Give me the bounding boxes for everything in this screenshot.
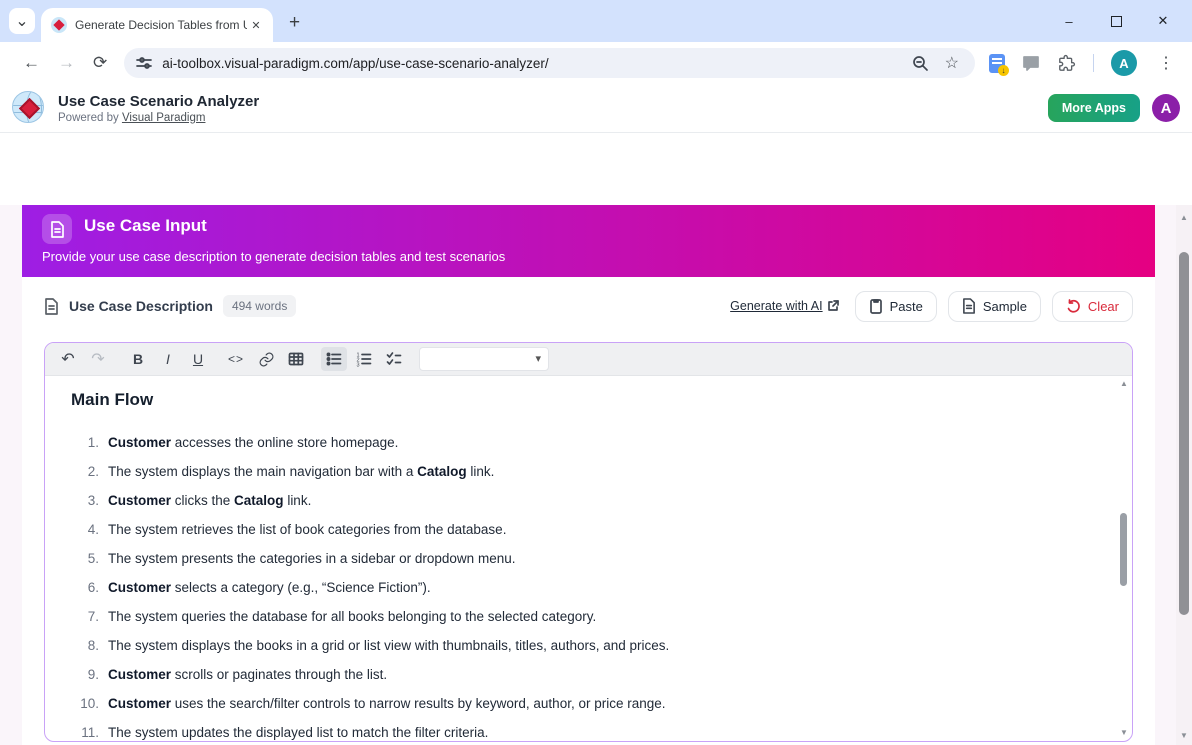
tab-close-icon[interactable]: ✕	[247, 16, 265, 34]
table-icon[interactable]	[283, 347, 309, 371]
more-apps-button[interactable]: More Apps	[1048, 94, 1140, 122]
editor-content[interactable]: Main Flow 1.Customer accesses the online…	[45, 376, 1132, 742]
address-bar[interactable]: ai-toolbox.visual-paradigm.com/app/use-c…	[124, 48, 975, 78]
banner-subtitle: Provide your use case description to gen…	[42, 249, 505, 264]
italic-button[interactable]: I	[155, 347, 181, 371]
maximize-button[interactable]	[1109, 16, 1123, 27]
bullet-list-icon[interactable]	[321, 347, 347, 371]
numbered-list-icon[interactable]: 123	[351, 347, 377, 371]
external-link-icon	[827, 300, 839, 312]
new-tab-button[interactable]: +	[289, 13, 300, 32]
url-text[interactable]: ai-toolbox.visual-paradigm.com/app/use-c…	[162, 56, 911, 71]
banner-title: Use Case Input	[84, 216, 207, 236]
select-chevron-icon: ▾	[535, 352, 541, 365]
undo-icon[interactable]: ↶	[55, 347, 81, 371]
list-item: 3.Customer clicks the Catalog link.	[71, 486, 1102, 515]
extension-area: ↓ A ⋮	[989, 50, 1174, 76]
use-case-input-banner: Use Case Input Provide your use case des…	[22, 205, 1155, 277]
site-favicon-icon	[51, 17, 67, 33]
step-indicator: 1 2 Define Use Case Analyze Scenarios	[0, 133, 1192, 205]
editor-toolbar: ↶ ↷ B I U <> 123 ▾	[45, 343, 1132, 376]
sample-button[interactable]: Sample	[948, 291, 1041, 322]
comment-icon[interactable]	[1022, 54, 1040, 72]
bookmark-star-icon[interactable]: ☆	[945, 53, 959, 73]
docs-extension-icon[interactable]: ↓	[989, 54, 1005, 73]
list-item: 6.Customer selects a category (e.g., “Sc…	[71, 573, 1102, 602]
document-icon	[42, 214, 72, 244]
description-toolbar: Use Case Description 494 words Generate …	[22, 277, 1155, 335]
underline-button[interactable]: U	[185, 347, 211, 371]
list-item: 4.The system retrieves the list of book …	[71, 515, 1102, 544]
generate-with-ai-link[interactable]: Generate with AI	[730, 299, 838, 313]
extensions-puzzle-icon[interactable]	[1057, 54, 1076, 73]
browser-tab[interactable]: Generate Decision Tables from U ✕	[41, 8, 273, 42]
browser-menu-icon[interactable]: ⋮	[1158, 53, 1174, 73]
zoom-icon[interactable]	[912, 55, 929, 72]
list-item: 7.The system queries the database for al…	[71, 602, 1102, 631]
back-button[interactable]: ←	[23, 53, 40, 73]
content-card: Use Case Description 494 words Generate …	[22, 277, 1155, 745]
page-scroll-thumb[interactable]	[1179, 252, 1189, 615]
code-button[interactable]: <>	[223, 347, 249, 371]
tab-title: Generate Decision Tables from U	[75, 18, 247, 32]
use-case-list: 1.Customer accesses the online store hom…	[71, 428, 1102, 742]
site-settings-icon[interactable]	[136, 55, 152, 71]
list-item: 11.The system updates the displayed list…	[71, 718, 1102, 742]
window-controls: – ✕	[1062, 0, 1192, 42]
checklist-icon[interactable]	[381, 347, 407, 371]
section-heading: Main Flow	[71, 390, 1102, 410]
list-item: 10.Customer uses the search/filter contr…	[71, 689, 1102, 718]
paste-button[interactable]: Paste	[855, 291, 937, 322]
forward-button[interactable]: →	[58, 53, 75, 73]
list-item: 8.The system displays the books in a gri…	[71, 631, 1102, 660]
page-scroll-up-icon[interactable]: ▲	[1178, 213, 1190, 222]
word-count-badge: 494 words	[223, 295, 296, 317]
editor-scroll-thumb[interactable]	[1120, 513, 1127, 586]
editor-scrollbar[interactable]: ▲ ▼	[1118, 379, 1130, 737]
reset-icon	[1066, 299, 1081, 314]
browser-titlebar: ⌄ Generate Decision Tables from U ✕ + – …	[0, 0, 1192, 42]
svg-text:3: 3	[357, 363, 360, 368]
toolbar-divider	[1093, 54, 1094, 72]
redo-icon[interactable]: ↷	[85, 347, 111, 371]
bold-button[interactable]: B	[125, 347, 151, 371]
app-logo-icon	[12, 91, 46, 125]
page-scrollbar[interactable]: ▲ ▼	[1176, 205, 1192, 745]
list-item: 9.Customer scrolls or paginates through …	[71, 660, 1102, 689]
page-scroll-down-icon[interactable]: ▼	[1178, 731, 1190, 740]
link-icon[interactable]	[253, 347, 279, 371]
reload-button[interactable]: ⟳	[93, 53, 107, 73]
app-title: Use Case Scenario Analyzer	[58, 93, 259, 110]
list-item: 1.Customer accesses the online store hom…	[71, 428, 1102, 457]
browser-toolbar: ← → ⟳ ai-toolbox.visual-paradigm.com/app…	[0, 42, 1192, 84]
close-button[interactable]: ✕	[1156, 13, 1170, 29]
list-item: 2.The system displays the main navigatio…	[71, 457, 1102, 486]
clear-button[interactable]: Clear	[1052, 291, 1133, 322]
list-item: 5.The system presents the categories in …	[71, 544, 1102, 573]
editor-scroll-up-icon[interactable]: ▲	[1118, 379, 1130, 388]
visual-paradigm-link[interactable]: Visual Paradigm	[122, 112, 206, 124]
minimize-button[interactable]: –	[1062, 14, 1076, 29]
main-content: Use Case Input Provide your use case des…	[0, 205, 1192, 745]
sample-doc-icon	[962, 298, 976, 314]
paste-icon	[869, 298, 883, 314]
paragraph-style-select[interactable]: ▾	[419, 347, 549, 371]
download-badge-icon: ↓	[998, 65, 1009, 76]
editor-scroll-down-icon[interactable]: ▼	[1118, 728, 1130, 737]
rich-text-editor[interactable]: ↶ ↷ B I U <> 123 ▾ Main Flow 1.Customer …	[44, 342, 1133, 742]
description-doc-icon	[44, 298, 59, 315]
app-header: Use Case Scenario Analyzer Powered by Vi…	[0, 84, 1192, 133]
user-avatar[interactable]: A	[1152, 94, 1180, 122]
description-label: Use Case Description	[69, 298, 213, 314]
powered-by: Powered by Visual Paradigm	[58, 112, 259, 124]
tab-search-button[interactable]: ⌄	[9, 8, 35, 34]
chevron-down-icon: ⌄	[15, 11, 28, 31]
browser-profile-avatar[interactable]: A	[1111, 50, 1137, 76]
maximize-icon	[1111, 16, 1122, 27]
